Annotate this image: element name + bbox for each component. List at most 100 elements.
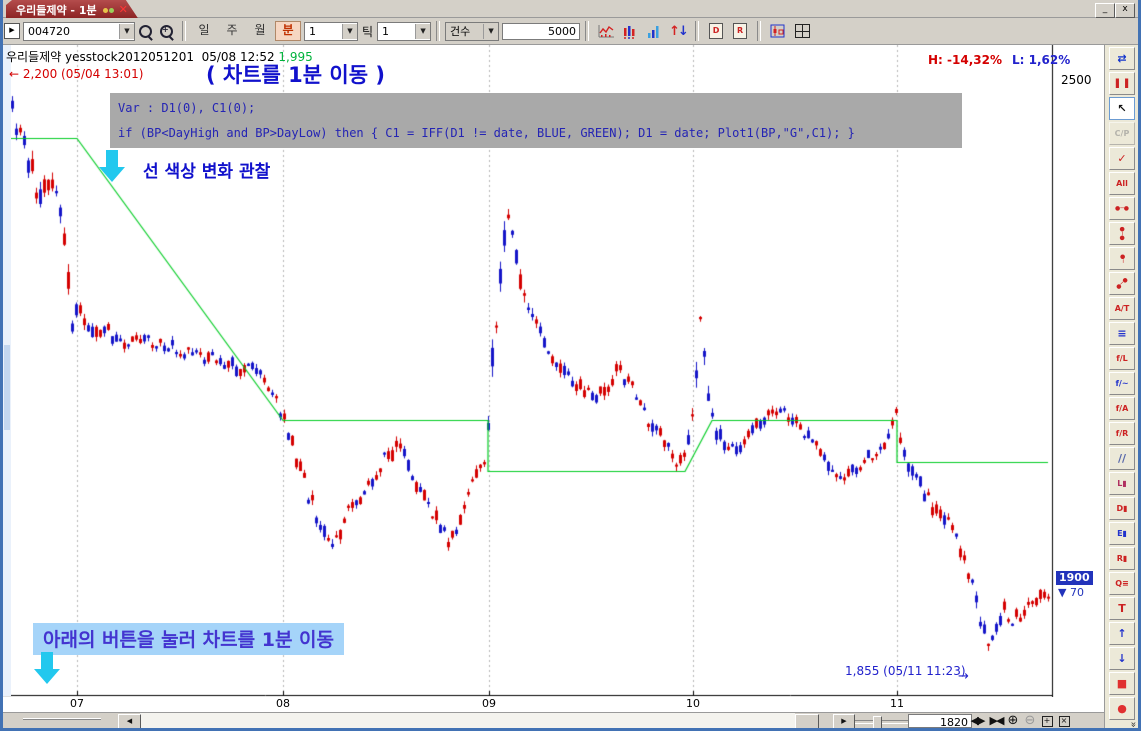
scroll-right-button[interactable]: ▶: [833, 714, 855, 729]
fib-arc-tool-icon-glyph: f/~: [1115, 379, 1128, 388]
separator: [436, 21, 440, 41]
high-percent: H: -14,32%: [928, 53, 1002, 67]
count-combo[interactable]: 건수 ▼: [445, 22, 499, 41]
price-change-label: ▼ 70: [1058, 586, 1084, 599]
zoom-out-icon[interactable]: ⊖: [1022, 713, 1038, 728]
fib-fan-tool-icon[interactable]: f/A: [1109, 397, 1135, 420]
updown-arrows-icon[interactable]: ↑↓: [667, 21, 689, 41]
close-panel-icon[interactable]: ×: [1056, 713, 1072, 728]
search-icon[interactable]: [139, 25, 152, 38]
text-tool-icon[interactable]: T: [1109, 597, 1135, 620]
chart-tab[interactable]: 우리들제약 - 1분 ✕: [6, 0, 138, 18]
bottom-scroll-bar: ◀ ▶ 1820 ◀▶ ▶◀ ⊕ ⊖ + ×: [3, 712, 1104, 729]
scroll-down-button[interactable]: ↓: [1109, 647, 1135, 670]
record-button[interactable]: ●: [1109, 697, 1135, 720]
left-scrollbar[interactable]: [3, 45, 11, 696]
separator: [757, 21, 761, 41]
text-note-tool-icon[interactable]: A/T: [1109, 297, 1135, 320]
pattern-l-tool-icon-glyph: L▮: [1117, 479, 1127, 488]
scroll-left-button[interactable]: ◀: [118, 714, 141, 729]
period-button-일[interactable]: 일: [191, 21, 217, 41]
doc-r-icon[interactable]: R: [729, 21, 751, 41]
close-button[interactable]: x: [1115, 3, 1135, 18]
resize-handle[interactable]: [23, 717, 101, 724]
cp-tool-icon[interactable]: C/P: [1109, 122, 1135, 145]
cp-tool-icon-glyph: C/P: [1115, 129, 1130, 138]
parallel-lines-tool-icon-glyph: ≡: [1117, 327, 1126, 340]
pattern-d-tool-icon[interactable]: D▮: [1109, 497, 1135, 520]
main-toolbar: ▶ 004720 ▼ + 일주월분 1 ▼ 틱 1 ▼ 건수 ▼ 5000 ↑↓…: [0, 18, 1141, 45]
trendline-tool-icon-glyph: ●─●: [1115, 276, 1130, 291]
table-icon[interactable]: [791, 21, 813, 41]
tick-combo[interactable]: 1 ▼: [377, 22, 431, 41]
pattern-l-tool-icon[interactable]: L▮: [1109, 472, 1135, 495]
link-icon: [102, 3, 114, 16]
text-note-tool-icon-glyph: A/T: [1115, 304, 1130, 313]
fib-retracement-tool-icon[interactable]: f/R: [1109, 422, 1135, 445]
left-scrollbar-thumb[interactable]: [4, 345, 10, 430]
volume-bars-icon[interactable]: [643, 21, 665, 41]
zoom-slider-knob[interactable]: [873, 716, 882, 729]
candle-box-icon[interactable]: [767, 21, 789, 41]
bar-chart-icon[interactable]: [619, 21, 641, 41]
trendline-tool-icon[interactable]: ●─●: [1109, 272, 1135, 295]
fib-line-tool-icon[interactable]: f/L: [1109, 347, 1135, 370]
refresh-icon[interactable]: ⇄: [1109, 47, 1135, 70]
zoom-in-icon[interactable]: ⊕: [1005, 713, 1021, 728]
scrollbar-thumb[interactable]: [795, 714, 819, 729]
doc-d-icon[interactable]: D: [705, 21, 727, 41]
interval-combo[interactable]: 1 ▼: [304, 22, 358, 41]
chevron-down-icon[interactable]: ▼: [483, 24, 498, 39]
half-line-tool-icon[interactable]: ●─: [1109, 247, 1135, 270]
down-arrow-icon: [106, 150, 118, 167]
pattern-e-tool-icon[interactable]: E▮: [1109, 522, 1135, 545]
pan-buttons-icon[interactable]: ◀▶: [967, 713, 987, 728]
channel-tool-icon[interactable]: //: [1109, 447, 1135, 470]
separator: [695, 21, 699, 41]
cursor-icon[interactable]: ↖: [1109, 97, 1135, 120]
channel-tool-icon-glyph: //: [1118, 452, 1126, 465]
note-title: ( 차트를 1분 이동 ): [206, 59, 385, 89]
quote-list-tool-icon-glyph: Q≡: [1115, 579, 1129, 588]
zoom-slider[interactable]: [855, 720, 909, 724]
search-plus-icon[interactable]: +: [160, 25, 173, 38]
parallel-lines-tool-icon[interactable]: ≡: [1109, 322, 1135, 345]
title-bar: 우리들제약 - 1분 ✕ _ x: [0, 0, 1141, 18]
symbol-combo[interactable]: 004720 ▼: [23, 22, 135, 41]
delete-all-icon-glyph: All: [1116, 179, 1128, 188]
delete-check-icon[interactable]: ✓: [1109, 147, 1135, 170]
fib-fan-tool-icon-glyph: f/A: [1116, 404, 1129, 413]
tab-title: 우리들제약 - 1분: [16, 2, 97, 18]
note-observe: 선 색상 변화 관찰: [143, 157, 270, 182]
period-button-주[interactable]: 주: [219, 21, 245, 41]
interval-value: 1: [305, 25, 342, 38]
text-tool-icon-glyph: T: [1118, 602, 1126, 615]
grid-toggle-icon[interactable]: +: [1039, 713, 1055, 728]
more-tools-chevron[interactable]: »: [1127, 721, 1138, 727]
vertical-line-tool-icon[interactable]: ●─●: [1109, 222, 1135, 245]
bar-count-input[interactable]: 1820: [908, 714, 972, 728]
quote-list-tool-icon[interactable]: Q≡: [1109, 572, 1135, 595]
horizontal-line-tool-icon[interactable]: ●─●: [1109, 197, 1135, 220]
candle-chart-icon[interactable]: ▌▐: [1109, 72, 1135, 95]
compress-icon[interactable]: ▶◀: [986, 713, 1006, 728]
fib-arc-tool-icon[interactable]: f/~: [1109, 372, 1135, 395]
chevron-down-icon[interactable]: ▼: [119, 24, 134, 39]
line-chart-icon[interactable]: [595, 21, 617, 41]
tab-close-icon[interactable]: ✕: [119, 3, 128, 16]
period-button-월[interactable]: 월: [247, 21, 273, 41]
delete-all-icon[interactable]: All: [1109, 172, 1135, 195]
symbol-prefix-icon[interactable]: ▶: [4, 23, 20, 39]
stop-button[interactable]: ■: [1109, 672, 1135, 695]
pattern-r-tool-icon[interactable]: R▮: [1109, 547, 1135, 570]
scrollbar-track[interactable]: [140, 713, 795, 729]
scroll-up-button[interactable]: ↑: [1109, 622, 1135, 645]
period-button-분[interactable]: 분: [275, 21, 301, 41]
chevron-down-icon[interactable]: ▼: [415, 24, 430, 39]
count-input[interactable]: 5000: [502, 23, 580, 40]
minimize-button[interactable]: _: [1095, 3, 1115, 18]
x-tick-label: 09: [482, 697, 496, 710]
cursor-icon-glyph: ↖: [1117, 102, 1126, 115]
chevron-down-icon[interactable]: ▼: [342, 24, 357, 39]
code-line-2: if (BP<DayHigh and BP>DayLow) then { C1 …: [110, 118, 962, 143]
